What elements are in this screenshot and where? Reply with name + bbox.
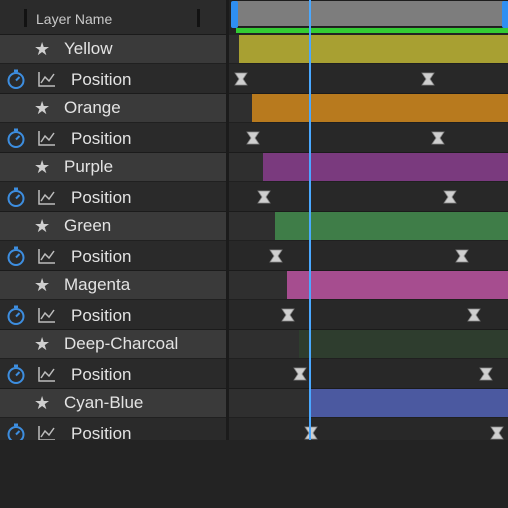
layer-name[interactable]: Green — [64, 216, 111, 236]
property-label: Position — [71, 247, 132, 266]
layer-track[interactable] — [228, 330, 508, 359]
property-label: Position — [71, 129, 132, 148]
panel-divider[interactable] — [226, 0, 229, 440]
property-track[interactable] — [228, 300, 508, 330]
star-icon: ★ — [34, 216, 51, 236]
keyframe-marker[interactable] — [281, 308, 295, 322]
graph-editor-icon[interactable] — [38, 307, 56, 323]
keyframe-marker[interactable] — [479, 367, 493, 381]
stopwatch-icon[interactable] — [5, 186, 27, 208]
column-grip-right[interactable] — [197, 9, 200, 27]
layer-track[interactable] — [228, 35, 508, 64]
property-track[interactable] — [228, 123, 508, 153]
keyframe-marker[interactable] — [293, 367, 307, 381]
current-time-indicator[interactable] — [309, 0, 311, 440]
column-header: Layer Name — [0, 0, 228, 35]
graph-editor-icon[interactable] — [38, 248, 56, 264]
property-label: Position — [71, 70, 132, 89]
render-cache-indicator — [236, 28, 508, 33]
keyframe-marker[interactable] — [431, 131, 445, 145]
layer-duration-bar[interactable] — [311, 389, 508, 417]
layer-row[interactable]: ★ Cyan-Blue — [0, 389, 228, 418]
property-row[interactable]: Position — [0, 123, 228, 153]
star-icon: ★ — [34, 98, 51, 118]
graph-editor-icon[interactable] — [38, 425, 56, 441]
property-row[interactable]: Position — [0, 300, 228, 330]
layer-name[interactable]: Cyan-Blue — [64, 393, 143, 413]
graph-editor-icon[interactable] — [38, 130, 56, 146]
stopwatch-icon[interactable] — [5, 127, 27, 149]
layer-duration-bar[interactable] — [287, 271, 508, 299]
layer-row[interactable]: ★ Yellow — [0, 35, 228, 64]
star-icon: ★ — [34, 157, 51, 177]
keyframe-marker[interactable] — [234, 72, 248, 86]
property-label: Position — [71, 188, 132, 207]
layer-duration-bar[interactable] — [299, 330, 508, 358]
layer-name-header[interactable]: Layer Name — [36, 11, 112, 27]
layer-row[interactable]: ★ Purple — [0, 153, 228, 182]
stopwatch-icon[interactable] — [5, 363, 27, 385]
keyframe-marker[interactable] — [421, 72, 435, 86]
work-area-end-handle[interactable] — [502, 1, 508, 28]
layer-duration-bar[interactable] — [263, 153, 508, 181]
keyframe-marker[interactable] — [269, 249, 283, 263]
work-area-bar[interactable] — [231, 0, 508, 28]
stopwatch-icon[interactable] — [5, 304, 27, 326]
keyframe-marker[interactable] — [246, 131, 260, 145]
star-icon: ★ — [34, 334, 51, 354]
empty-panel-area — [0, 440, 508, 508]
layer-row[interactable]: ★ Green — [0, 212, 228, 241]
property-row[interactable]: Position — [0, 241, 228, 271]
star-icon: ★ — [34, 39, 51, 59]
layer-track[interactable] — [228, 94, 508, 123]
property-row[interactable]: Position — [0, 359, 228, 389]
layer-duration-bar[interactable] — [252, 94, 508, 122]
graph-editor-icon[interactable] — [38, 71, 56, 87]
layer-name[interactable]: Orange — [64, 98, 121, 118]
layer-track[interactable] — [228, 153, 508, 182]
property-track[interactable] — [228, 64, 508, 94]
layer-row[interactable]: ★ Magenta — [0, 271, 228, 300]
graph-editor-icon[interactable] — [38, 189, 56, 205]
property-track[interactable] — [228, 241, 508, 271]
stopwatch-icon[interactable] — [5, 68, 27, 90]
star-icon: ★ — [34, 393, 51, 413]
layer-name[interactable]: Magenta — [64, 275, 130, 295]
property-row[interactable]: Position — [0, 182, 228, 212]
star-icon: ★ — [34, 275, 51, 295]
property-track[interactable] — [228, 359, 508, 389]
timeline-panel: Layer Name ★ Yellow Position ★ Orange Positio… — [0, 0, 508, 508]
layer-name[interactable]: Deep-Charcoal — [64, 334, 178, 354]
property-label: Position — [71, 365, 132, 384]
layer-name[interactable]: Purple — [64, 157, 113, 177]
layer-row[interactable]: ★ Deep-Charcoal — [0, 330, 228, 359]
layer-track[interactable] — [228, 212, 508, 241]
column-grip-left[interactable] — [24, 9, 27, 27]
work-area-start-handle[interactable] — [231, 1, 238, 28]
keyframe-marker[interactable] — [257, 190, 271, 204]
stopwatch-icon[interactable] — [5, 245, 27, 267]
layer-row[interactable]: ★ Orange — [0, 94, 228, 123]
layer-track[interactable] — [228, 271, 508, 300]
layer-duration-bar[interactable] — [239, 35, 508, 63]
keyframe-marker[interactable] — [455, 249, 469, 263]
keyframe-marker[interactable] — [443, 190, 457, 204]
property-row[interactable]: Position — [0, 64, 228, 94]
keyframe-marker[interactable] — [304, 426, 318, 440]
keyframe-marker[interactable] — [467, 308, 481, 322]
graph-editor-icon[interactable] — [38, 366, 56, 382]
property-track[interactable] — [228, 182, 508, 212]
layer-name[interactable]: Yellow — [64, 39, 113, 59]
layer-track[interactable] — [228, 389, 508, 418]
keyframe-marker[interactable] — [490, 426, 504, 440]
property-label: Position — [71, 306, 132, 325]
